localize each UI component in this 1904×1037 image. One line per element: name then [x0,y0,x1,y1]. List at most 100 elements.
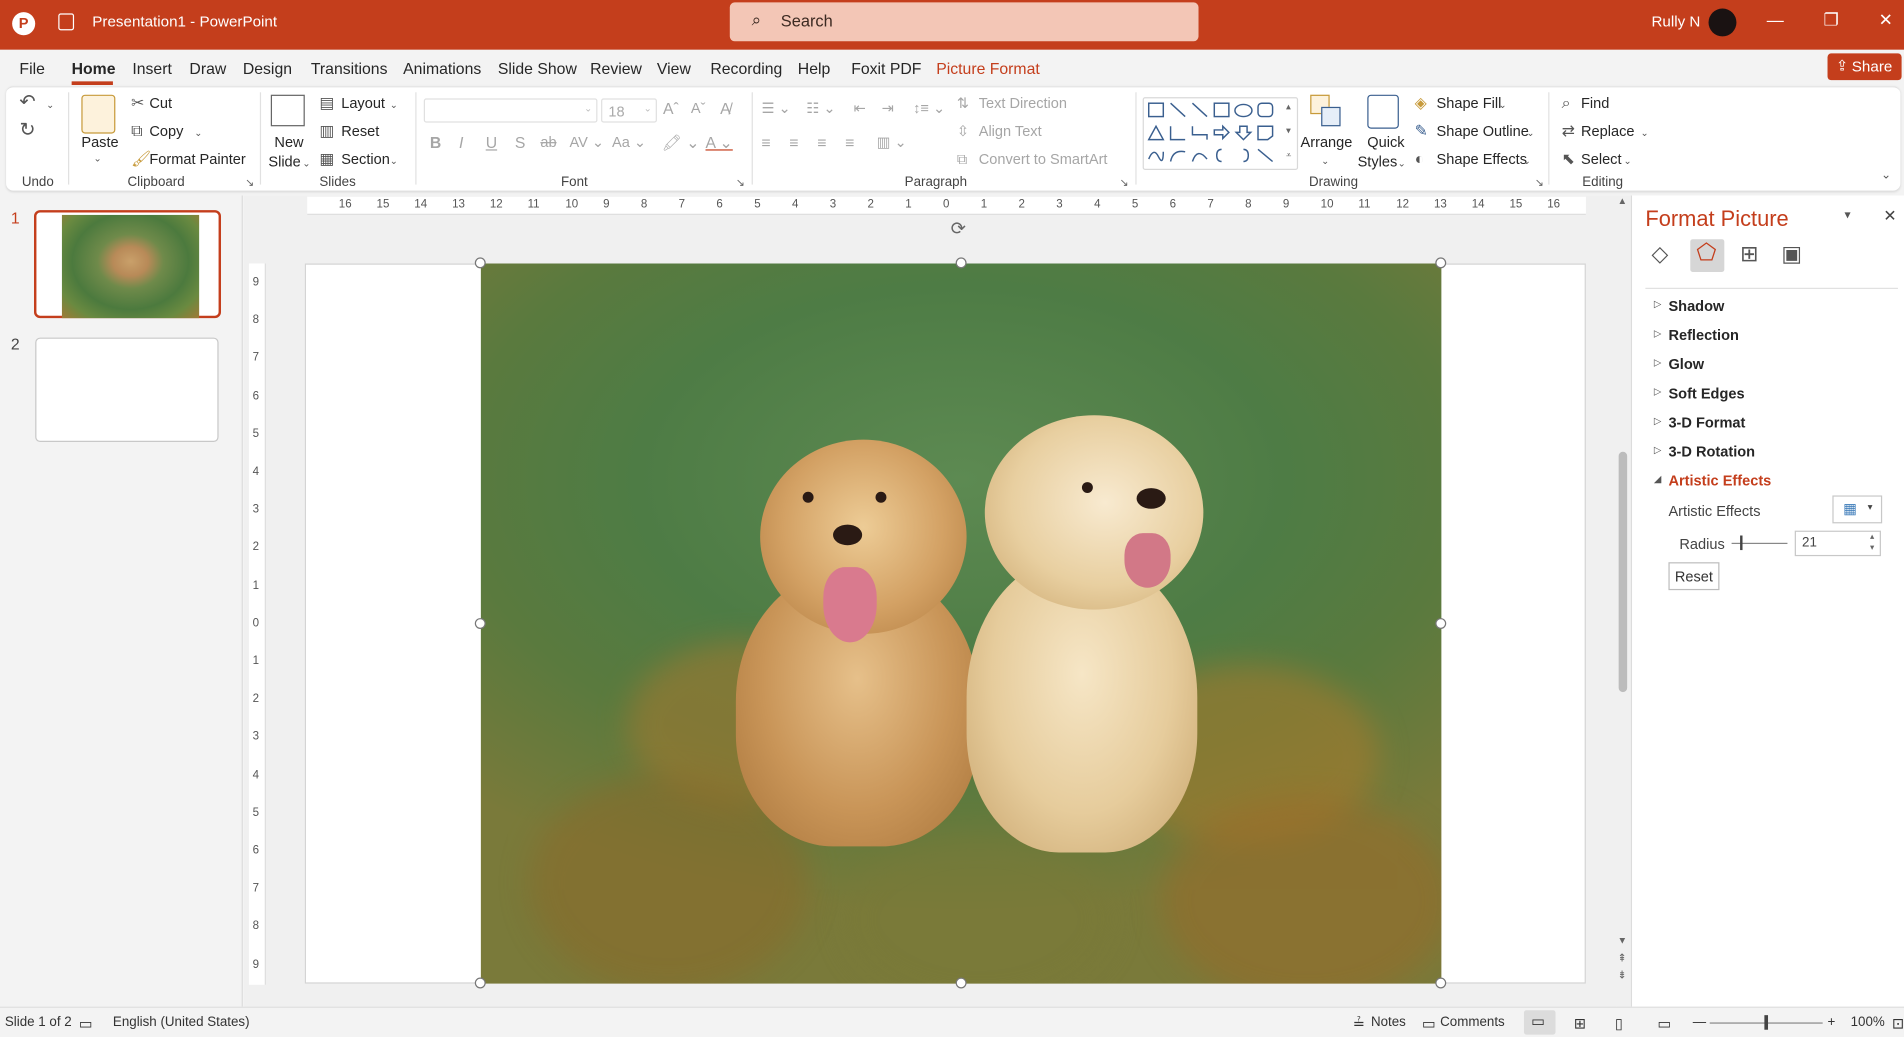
font-size-combobox[interactable]: 18 ⌄ [601,98,657,123]
zoom-slider-thumb[interactable] [1764,1015,1769,1030]
avatar[interactable] [1708,8,1737,37]
gallery-down-icon[interactable]: ▾ [1286,125,1291,136]
radius-decrement-icon[interactable]: ▾ [1870,543,1874,553]
italic-icon[interactable]: I [459,134,463,152]
zoom-out-icon[interactable]: — [1693,1015,1706,1030]
copy-dropdown-icon[interactable]: ⌄ [194,125,202,142]
select-button[interactable]: Select [1581,151,1622,168]
tab-draw[interactable]: Draw [189,60,226,78]
resize-handle-bottom[interactable] [955,977,967,989]
section-artistic-effects[interactable]: Artistic Effects [1668,472,1771,489]
slide-thumbnail-1[interactable] [34,210,222,319]
change-case-icon[interactable]: Aa ⌄ [612,134,646,151]
increase-indent-icon[interactable]: ⇥ [882,100,894,117]
tab-review[interactable]: Review [590,60,642,78]
slide-show-icon[interactable]: ▭ [1658,1015,1672,1032]
section-soft-edges[interactable]: Soft Edges [1668,385,1744,402]
scroll-down-icon[interactable]: ▼ [1617,935,1627,946]
previous-slide-icon[interactable]: ⇞ [1617,952,1626,965]
notes-button[interactable]: Notes [1371,1015,1406,1030]
shape-effects-dropdown-icon[interactable]: ⌄ [1523,153,1531,170]
save-icon[interactable] [58,13,75,31]
new-slide-icon[interactable] [270,94,305,127]
tab-foxit-pdf[interactable]: Foxit PDF [851,60,921,78]
rotate-handle-icon[interactable]: ⟳ [951,217,966,240]
shape-fill-dropdown-icon[interactable]: ⌄ [1498,97,1506,114]
copy-button[interactable]: Copy [149,123,183,140]
resize-handle-top-right[interactable] [1435,257,1447,269]
strikethrough-icon[interactable]: ab [540,134,556,151]
section-reflection[interactable]: Reflection [1668,327,1738,344]
fill-line-tab-icon[interactable]: ◇ [1651,242,1668,268]
decrease-indent-icon[interactable]: ⇤ [854,100,866,117]
section-dropdown-icon[interactable]: ⌄ [390,153,398,170]
numbering-icon[interactable]: ☷ ⌄ [806,100,835,117]
shape-effects-button[interactable]: Shape Effects [1437,151,1527,168]
arrange-button[interactable]: Arrange [1301,134,1353,151]
new-slide-dropdown-icon[interactable]: ⌄ [302,155,310,172]
tab-view[interactable]: View [657,60,691,78]
selected-picture[interactable] [480,263,1442,984]
maximize-icon[interactable]: ❐ [1819,10,1843,31]
line-spacing-icon[interactable]: ↕≡ ⌄ [913,100,945,117]
replace-dropdown-icon[interactable]: ⌄ [1641,125,1649,142]
radius-input[interactable]: 21 ▴ ▾ [1794,530,1881,557]
user-name[interactable]: Rully N [1651,13,1700,30]
tab-help[interactable]: Help [798,60,830,78]
font-name-combobox[interactable]: ⌄ [423,98,598,123]
slide-sorter-icon[interactable]: ⊞ [1574,1015,1586,1032]
redo-icon[interactable]: ↻ [19,121,35,140]
arrange-dropdown-icon[interactable]: ⌄ [1321,153,1329,170]
align-text-button[interactable]: Align Text [979,123,1042,140]
quick-styles-icon[interactable] [1367,94,1399,129]
font-launcher-icon[interactable]: ↘ [736,176,745,189]
columns-icon[interactable]: ▥ ⌄ [877,134,907,151]
align-right-icon[interactable]: ≡ [817,134,826,152]
text-direction-button[interactable]: Text Direction [979,95,1067,112]
section-glow[interactable]: Glow [1668,356,1704,373]
close-icon[interactable]: ✕ [1874,10,1898,31]
format-painter-button[interactable]: Format Painter [149,151,245,168]
font-name-dropdown-icon[interactable]: ⌄ [584,103,592,114]
align-left-icon[interactable]: ≡ [761,134,770,152]
justify-icon[interactable]: ≡ [845,134,854,152]
reset-button[interactable]: Reset [1668,562,1720,591]
effects-tab[interactable]: ⬠ [1690,239,1725,273]
clear-formatting-icon[interactable]: A̸ [720,100,731,118]
character-spacing-icon[interactable]: AV ⌄ [570,134,605,151]
zoom-in-icon[interactable]: + [1828,1015,1836,1030]
shape-outline-dropdown-icon[interactable]: ⌄ [1526,125,1534,142]
radius-increment-icon[interactable]: ▴ [1870,532,1874,542]
pane-close-icon[interactable]: ✕ [1883,206,1896,225]
find-button[interactable]: Find [1581,95,1609,112]
shape-fill-button[interactable]: Shape Fill [1437,95,1502,112]
resize-handle-bottom-right[interactable] [1435,977,1447,989]
replace-button[interactable]: Replace [1581,123,1634,140]
section-3d-format[interactable]: 3-D Format [1668,414,1745,431]
new-slide-button-line2[interactable]: Slide [268,153,300,170]
layout-dropdown-icon[interactable]: ⌄ [390,97,398,114]
convert-to-smartart-button[interactable]: Convert to SmartArt [979,151,1108,168]
minimize-icon[interactable]: — [1763,10,1787,29]
paste-dropdown-icon[interactable]: ⌄ [94,151,102,168]
shapes-gallery[interactable]: ▴ ▾ ⩡ [1142,97,1299,171]
zoom-level[interactable]: 100% [1851,1015,1885,1030]
decrease-font-size-icon[interactable]: Aˇ [691,100,706,117]
increase-font-size-icon[interactable]: Aˆ [663,100,679,118]
slide-thumbnail-2[interactable] [35,337,219,443]
select-dropdown-icon[interactable]: ⌄ [1624,153,1632,170]
tab-picture-format[interactable]: Picture Format [936,60,1040,78]
gallery-more-icon[interactable]: ⩡ [1286,149,1291,161]
undo-icon[interactable]: ↶ [19,93,35,112]
tab-transitions[interactable]: Transitions [311,60,388,78]
scrollbar-thumb[interactable] [1618,451,1628,693]
bold-icon[interactable]: B [430,134,441,152]
quick-styles-button-line2[interactable]: Styles [1358,153,1398,170]
resize-handle-top[interactable] [955,257,967,269]
radius-slider-thumb[interactable] [1740,535,1743,551]
quick-styles-dropdown-icon[interactable]: ⌄ [1398,155,1406,172]
picture-tab-icon[interactable]: ▣ [1781,242,1802,268]
drawing-launcher-icon[interactable]: ↘ [1535,176,1544,189]
resize-handle-top-left[interactable] [474,257,486,269]
shape-outline-button[interactable]: Shape Outline [1437,123,1529,140]
